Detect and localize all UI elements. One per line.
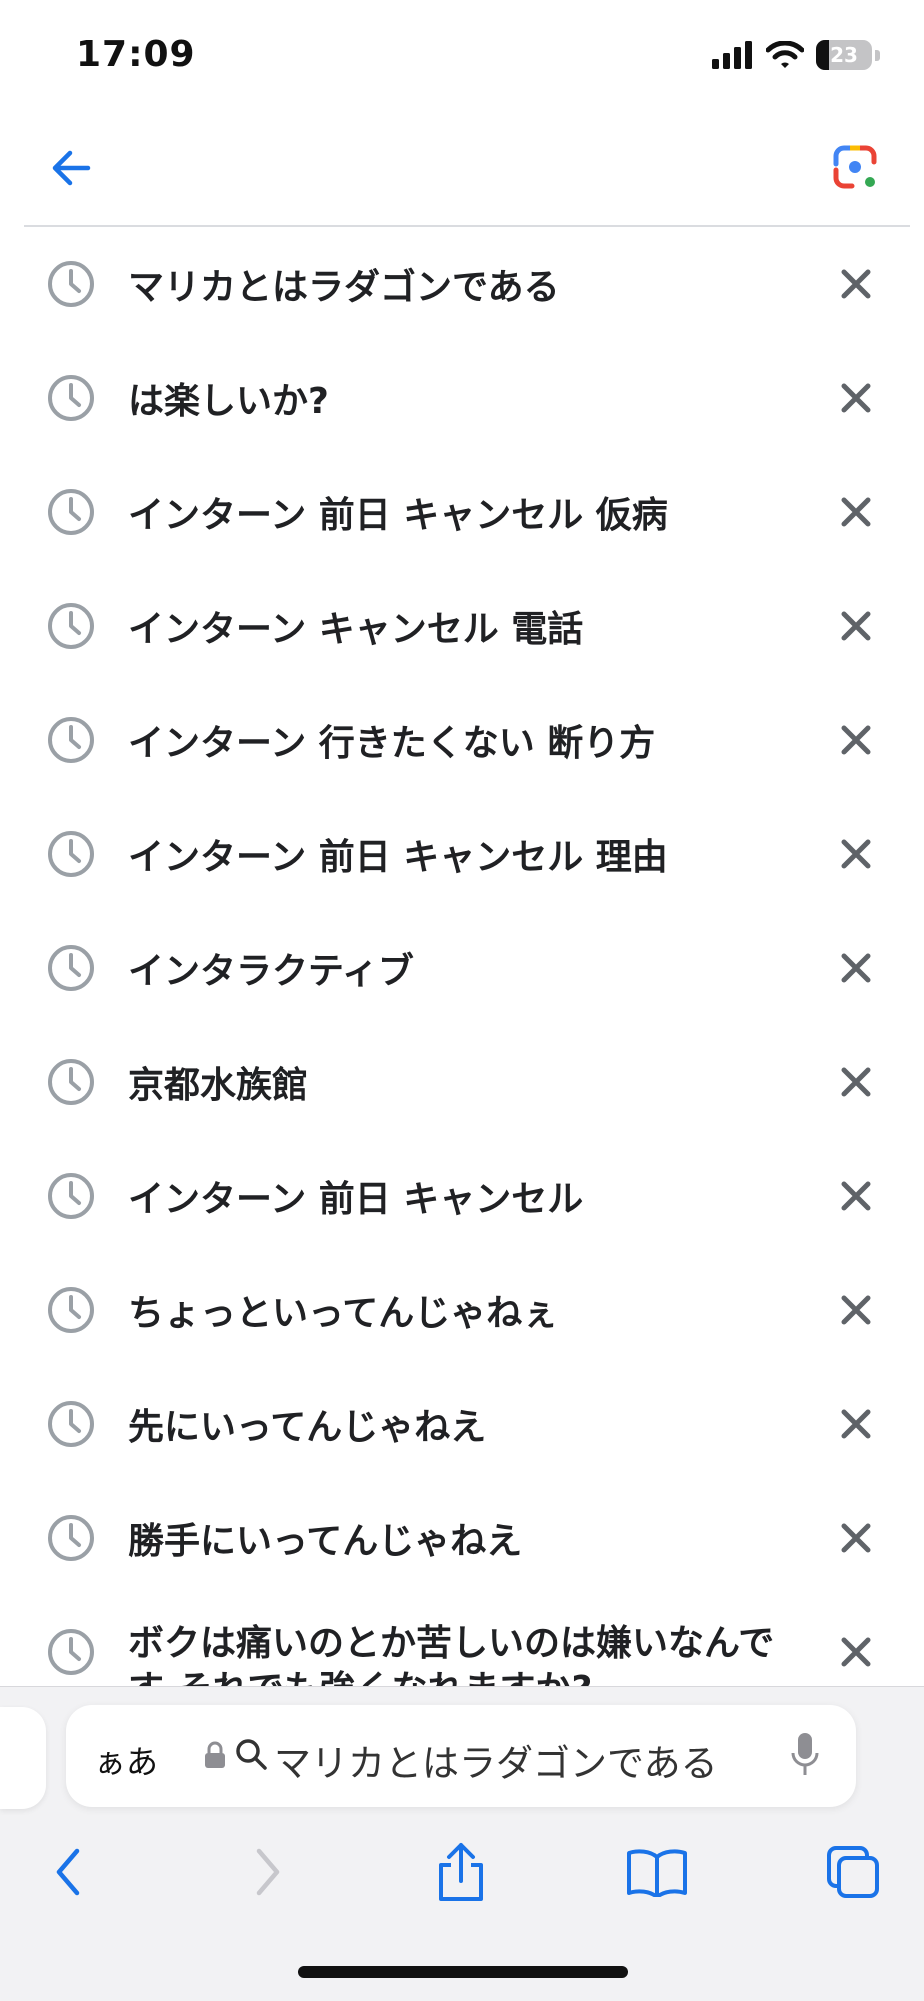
history-item-label: 京都水族館	[128, 1065, 309, 1106]
close-icon[interactable]	[836, 378, 876, 418]
close-icon[interactable]	[836, 1632, 876, 1672]
history-item[interactable]: インタラクティブ	[0, 911, 924, 1025]
battery-icon: 23	[816, 40, 872, 70]
search-icon	[236, 1739, 267, 1770]
close-icon[interactable]	[836, 1404, 876, 1444]
history-item[interactable]: インターン キャンセル 電話	[0, 569, 924, 683]
history-item-label: インターン 行きたくない 断り方	[128, 723, 656, 764]
status-icons: 23	[712, 40, 880, 70]
history-item-label: ボクは痛いのとか苦しいのは嫌いなんです それでも強くなれますか?	[128, 1623, 775, 1687]
lock-icon	[205, 1741, 225, 1768]
history-item[interactable]: マリカとはラダゴンである	[0, 227, 924, 341]
history-item[interactable]: は楽しいか?	[0, 341, 924, 455]
share-button[interactable]	[428, 1839, 494, 1905]
status-time: 17:09	[76, 34, 196, 75]
close-icon[interactable]	[836, 1176, 876, 1216]
forward-button[interactable]	[234, 1839, 300, 1905]
close-icon[interactable]	[836, 492, 876, 532]
close-icon[interactable]	[836, 834, 876, 874]
history-item-label: インターン キャンセル 電話	[128, 609, 584, 650]
tabs-button[interactable]	[820, 1839, 886, 1905]
clock-icon	[48, 945, 94, 991]
history-item-label: ちょっといってんじゃねぇ	[128, 1293, 559, 1334]
clock-icon	[48, 1515, 94, 1561]
history-item-label: インタラクティブ	[128, 951, 414, 992]
battery-level: 23	[830, 43, 858, 67]
history-item[interactable]: ちょっといってんじゃねぇ	[0, 1253, 924, 1367]
history-item[interactable]: インターン 行きたくない 断り方	[0, 683, 924, 797]
clock-icon	[48, 489, 94, 535]
home-indicator[interactable]	[298, 1966, 628, 1978]
clock-icon	[48, 1173, 94, 1219]
clock-icon	[48, 1629, 94, 1675]
chevron-right-icon	[256, 1848, 280, 1896]
previous-tab-preview[interactable]	[0, 1707, 46, 1809]
history-item[interactable]: インターン 前日 キャンセル	[0, 1139, 924, 1253]
history-item[interactable]: インターン 前日 キャンセル 仮病	[0, 455, 924, 569]
clock-icon	[48, 1287, 94, 1333]
history-item[interactable]: 先にいってんじゃねえ	[0, 1367, 924, 1481]
clock-icon	[48, 261, 94, 307]
clock-icon	[48, 831, 94, 877]
history-item[interactable]: 京都水族館	[0, 1025, 924, 1139]
clock-icon	[48, 717, 94, 763]
history-item-label: 先にいってんじゃねえ	[128, 1407, 487, 1448]
close-icon[interactable]	[836, 720, 876, 760]
history-item[interactable]: インターン 前日 キャンセル 理由	[0, 797, 924, 911]
history-item-label: インターン 前日 キャンセル 仮病	[128, 495, 668, 536]
search-header	[0, 110, 924, 226]
history-item-label: インターン 前日 キャンセル 理由	[128, 837, 668, 878]
close-icon[interactable]	[836, 264, 876, 304]
bookmarks-button[interactable]	[624, 1839, 690, 1905]
history-item-label: は楽しいか?	[128, 381, 329, 422]
history-item[interactable]: 勝手にいってんじゃねえ	[0, 1481, 924, 1595]
back-arrow-icon[interactable]	[46, 142, 98, 194]
back-button[interactable]	[36, 1839, 102, 1905]
history-item-label: 勝手にいってんじゃねえ	[128, 1521, 523, 1562]
history-item-label: インターン 前日 キャンセル	[128, 1179, 584, 1220]
history-item-label: マリカとはラダゴンである	[128, 267, 560, 308]
browser-bottom-panel: ぁあ マリカとはラダゴンである	[0, 1686, 924, 2001]
address-bar[interactable]: ぁあ マリカとはラダゴンである	[66, 1705, 856, 1807]
signal-icon	[712, 41, 752, 69]
close-icon[interactable]	[836, 1518, 876, 1558]
share-icon	[439, 1843, 483, 1901]
google-lens-icon[interactable]	[830, 142, 880, 192]
wifi-icon	[766, 41, 804, 68]
search-history-list: マリカとはラダゴンである は楽しいか? インターン 前日 キャンセル 仮病 インターン…	[0, 227, 924, 1687]
history-item[interactable]: ボクは痛いのとか苦しいのは嫌いなんです それでも強くなれますか?	[0, 1595, 924, 1687]
status-bar: 17:09 23	[0, 0, 924, 110]
close-icon[interactable]	[836, 606, 876, 646]
close-icon[interactable]	[836, 948, 876, 988]
clock-icon	[48, 1059, 94, 1105]
address-bar-query: マリカとはラダゴンである	[274, 1742, 718, 1785]
close-icon[interactable]	[836, 1290, 876, 1330]
chevron-left-icon	[56, 1848, 80, 1896]
close-icon[interactable]	[836, 1062, 876, 1102]
clock-icon	[48, 603, 94, 649]
clock-icon	[48, 1401, 94, 1447]
bookmarks-icon	[627, 1849, 687, 1897]
clock-icon	[48, 375, 94, 421]
microphone-icon[interactable]	[790, 1731, 820, 1779]
tabs-icon	[827, 1846, 879, 1898]
text-size-button[interactable]: ぁあ	[94, 1737, 158, 1783]
